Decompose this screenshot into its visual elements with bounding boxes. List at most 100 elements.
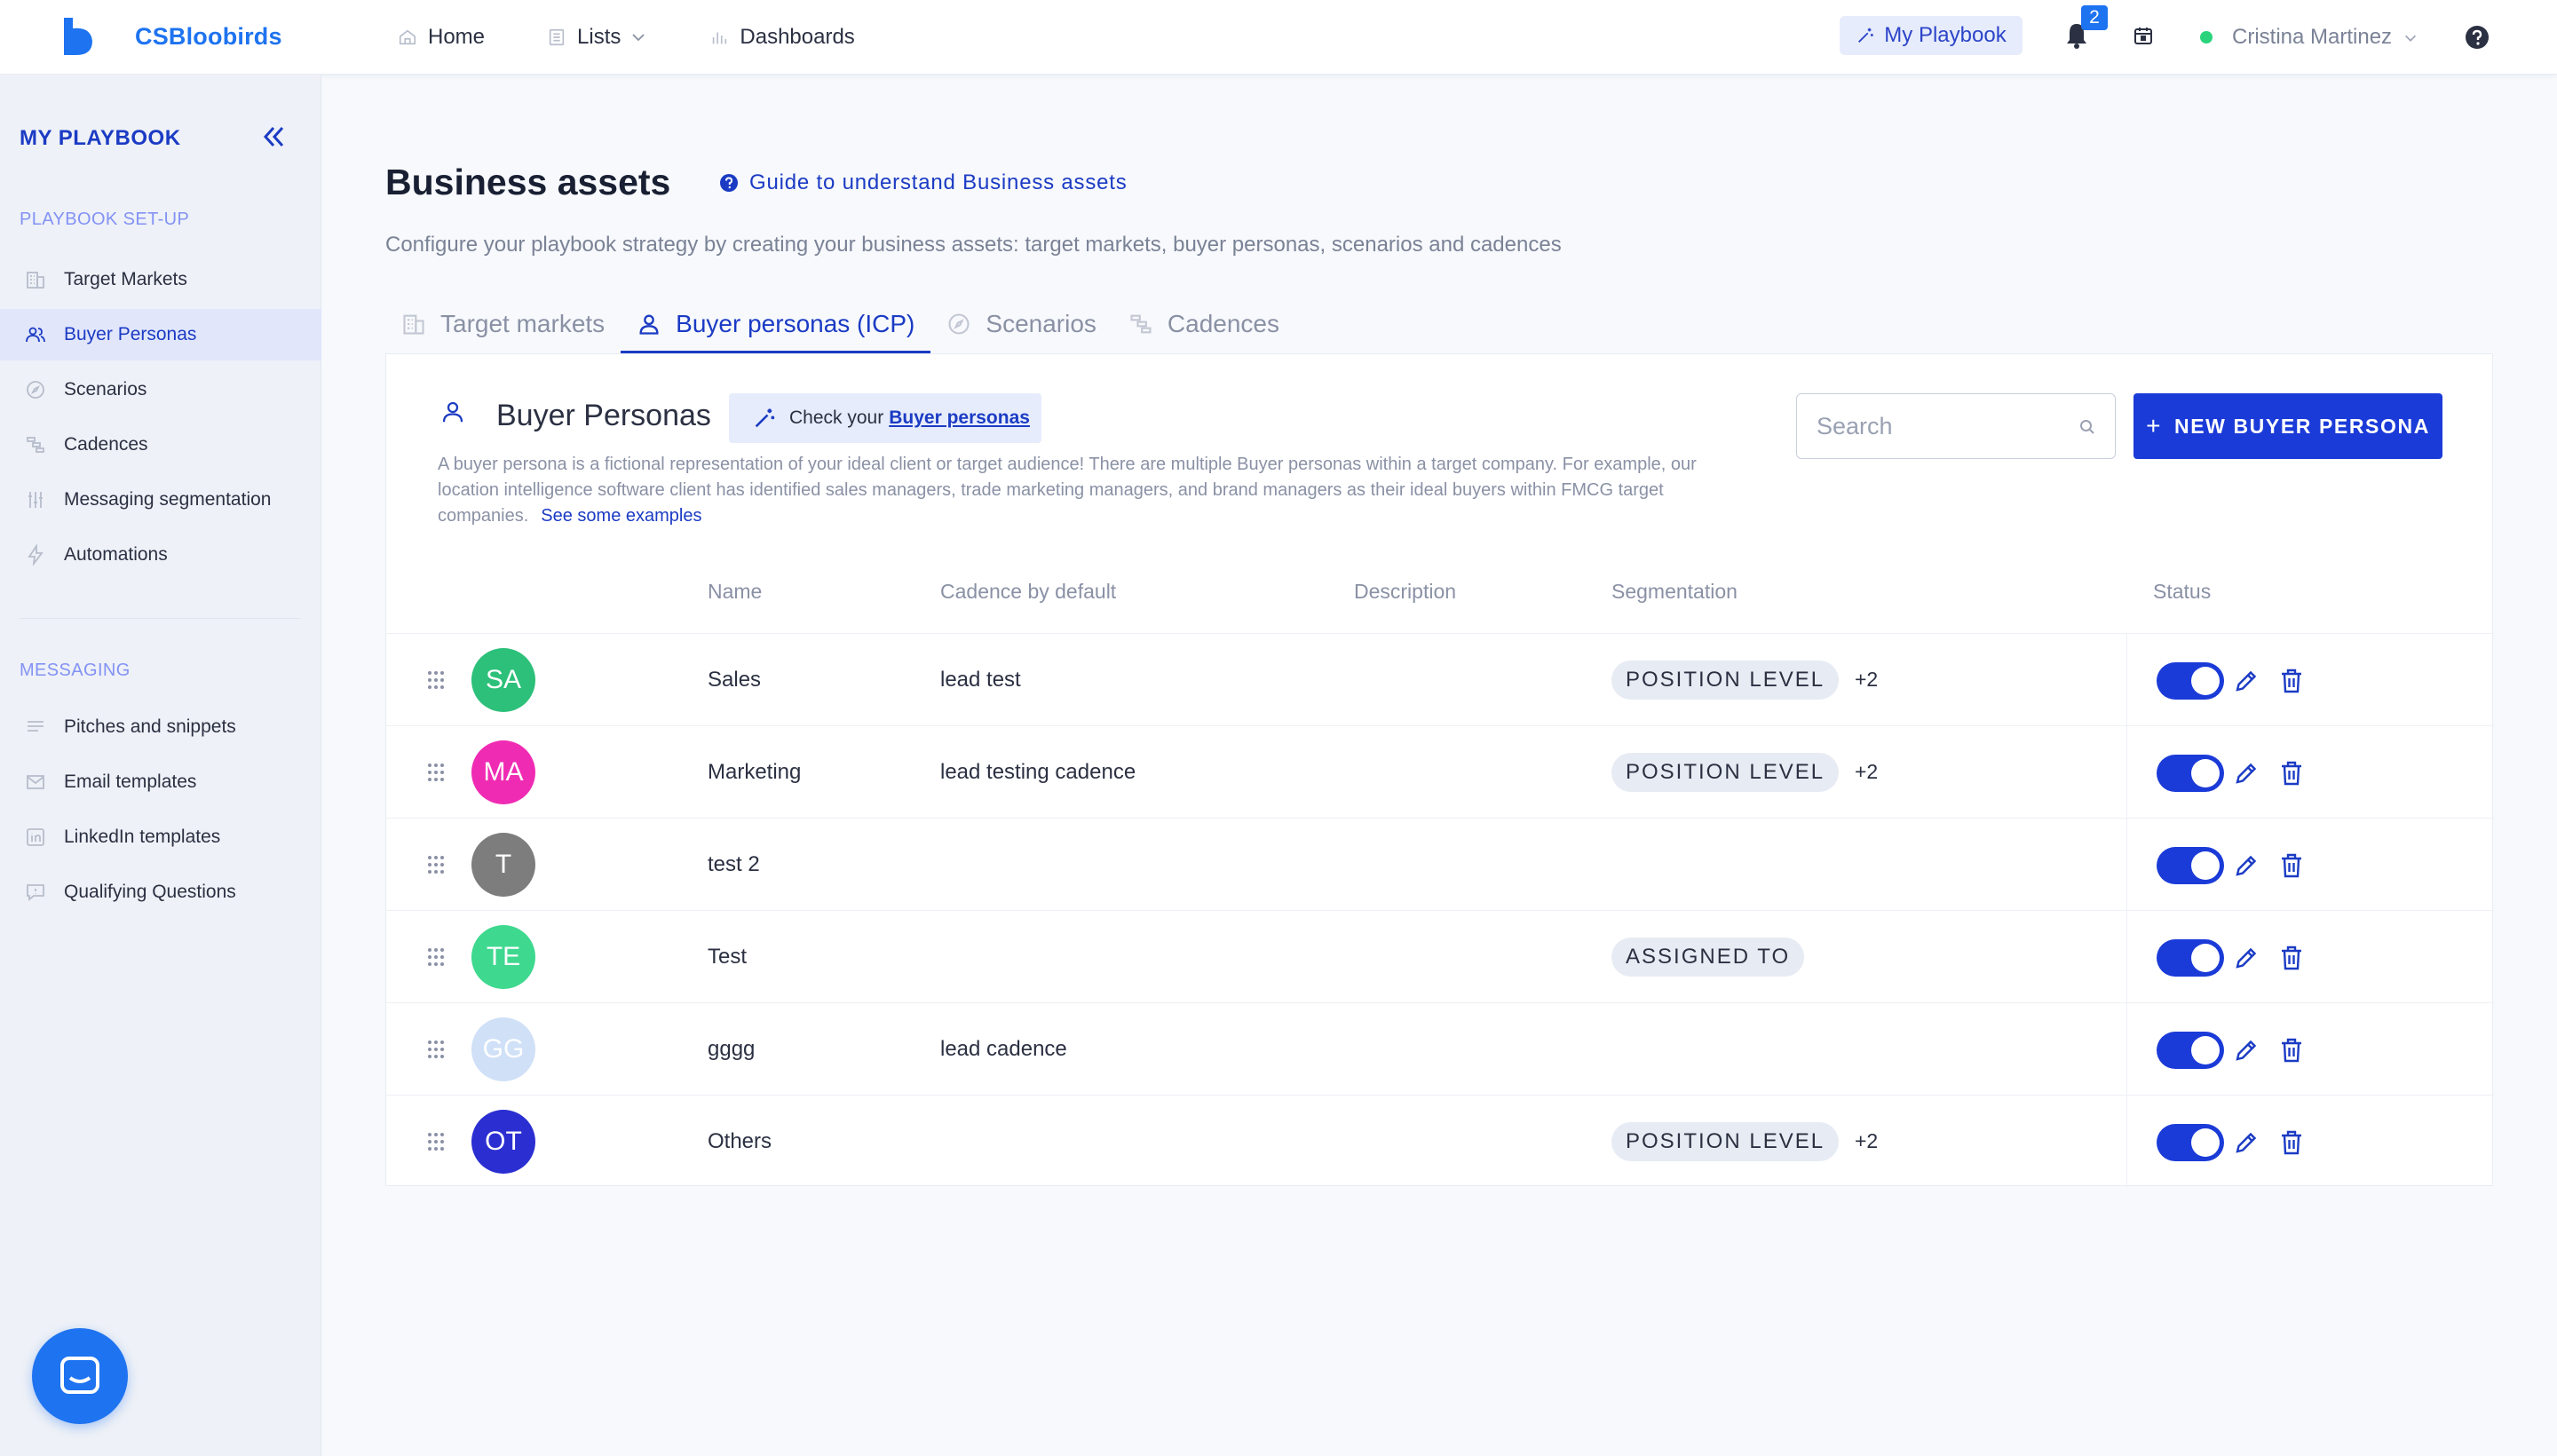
trash-icon[interactable]	[2279, 852, 2304, 879]
persona-name: gggg	[708, 1037, 756, 1061]
avatar: TE	[471, 925, 535, 989]
sidebar-section-setup: PLAYBOOK SET-UP	[20, 210, 190, 229]
segmentation-pill: ASSIGNED TO	[1611, 938, 1805, 977]
drag-handle-icon[interactable]	[425, 762, 447, 783]
mail-icon	[27, 775, 44, 789]
segmentation-more-count[interactable]: +2	[1855, 1129, 1878, 1153]
user-name[interactable]: Cristina Martinez	[2232, 25, 2392, 50]
sidebar-item-label: Target Markets	[64, 269, 187, 289]
guide-link[interactable]: Guide to understand Business assets	[719, 170, 1128, 195]
status-toggle[interactable]	[2157, 939, 2224, 977]
brand[interactable]: CSBloobirds	[60, 16, 282, 57]
calendar-icon[interactable]	[2133, 25, 2154, 46]
nav-lists-label: Lists	[577, 25, 621, 49]
trash-icon[interactable]	[2279, 760, 2304, 787]
pencil-icon[interactable]	[2233, 945, 2260, 971]
tab-scenarios[interactable]: Scenarios	[930, 293, 1112, 355]
table-row[interactable]: OT Others POSITION LEVEL +2	[386, 1095, 2494, 1188]
pencil-icon[interactable]	[2233, 852, 2260, 879]
sidebar-item-scenarios[interactable]: Scenarios	[0, 364, 321, 415]
trash-icon[interactable]	[2279, 668, 2304, 694]
pencil-icon[interactable]	[2233, 1037, 2260, 1064]
bloobirds-logo-icon	[64, 18, 92, 55]
sidebar-item-target-markets[interactable]: Target Markets	[0, 254, 321, 305]
building-icon	[403, 314, 424, 335]
user-icon	[442, 401, 463, 423]
pencil-icon[interactable]	[2233, 1129, 2260, 1156]
help-icon[interactable]	[2465, 25, 2490, 50]
pencil-icon[interactable]	[2233, 760, 2260, 787]
table-row[interactable]: TE Test ASSIGNED TO	[386, 910, 2494, 1003]
tab-cadences[interactable]: Cadences	[1112, 293, 1295, 355]
table-row[interactable]: MA Marketing lead testing cadence POSITION …	[386, 725, 2494, 819]
nav-home[interactable]: Home	[398, 25, 485, 50]
nav-dashboards-label: Dashboards	[740, 25, 855, 49]
guide-link-label: Guide to understand Business assets	[749, 170, 1128, 194]
status-toggle[interactable]	[2157, 755, 2224, 792]
trash-icon[interactable]	[2279, 1037, 2304, 1064]
chevron-down-icon	[632, 34, 645, 42]
persona-name: Sales	[708, 668, 762, 692]
new-buyer-persona-button[interactable]: + NEW BUYER PERSONA	[2133, 393, 2442, 459]
page-subtitle: Configure your playbook strategy by crea…	[385, 233, 1562, 257]
table-row[interactable]: Ttest 2	[386, 818, 2494, 911]
status-column-divider	[2126, 726, 2127, 819]
sidebar-item-label: LinkedIn templates	[64, 827, 221, 847]
search-box[interactable]	[1796, 393, 2116, 459]
sidebar-item-cadences[interactable]: Cadences	[0, 419, 321, 471]
sidebar-item-automations[interactable]: Automations	[0, 529, 321, 581]
trash-icon[interactable]	[2279, 945, 2304, 971]
tab-target-markets[interactable]: Target markets	[385, 293, 621, 355]
tab-label: Cadences	[1167, 310, 1279, 337]
status-toggle[interactable]	[2157, 662, 2224, 700]
segmentation-more-count[interactable]: +2	[1855, 668, 1878, 692]
status-toggle[interactable]	[2157, 847, 2224, 884]
chevron-down-icon[interactable]	[2403, 30, 2418, 46]
sidebar-item-label: Qualifying Questions	[64, 882, 236, 902]
sidebar-item-label: Scenarios	[64, 379, 147, 400]
drag-handle-icon[interactable]	[425, 1131, 447, 1152]
sidebar-item-email-templates[interactable]: Email templates	[0, 756, 321, 808]
intercom-chat-icon	[60, 1357, 99, 1394]
sidebar-item-label: Pitches and snippets	[64, 716, 236, 737]
status-column-divider	[2126, 819, 2127, 911]
segmentation-pill: POSITION LEVEL	[1611, 1122, 1840, 1161]
table-row[interactable]: GG gggg lead cadence	[386, 1002, 2494, 1096]
user-group-icon	[26, 327, 45, 343]
nav-dashboards[interactable]: Dashboards	[709, 25, 855, 50]
check-prefix: Check your	[789, 408, 884, 428]
tab-buyer-personas[interactable]: Buyer personas (ICP)	[621, 293, 931, 355]
drag-handle-icon[interactable]	[425, 1039, 447, 1060]
plus-icon: +	[2146, 412, 2163, 439]
segmentation-more-count[interactable]: +2	[1855, 760, 1878, 784]
online-status-dot	[2200, 31, 2213, 44]
column-header-description: Description	[1354, 580, 1457, 603]
search-input[interactable]	[1817, 412, 2056, 440]
pencil-icon[interactable]	[2233, 668, 2260, 694]
drag-handle-icon[interactable]	[425, 669, 447, 691]
support-chat-button[interactable]	[32, 1328, 128, 1424]
sidebar-item-buyer-personas[interactable]: Buyer Personas	[0, 309, 321, 360]
column-header-cadence: Cadence by default	[940, 580, 1117, 603]
my-playbook-button[interactable]: My Playbook	[1840, 16, 2023, 55]
drag-handle-icon[interactable]	[425, 854, 447, 875]
top-bar: CSBloobirds Home Lists Dashboards My Pla…	[0, 0, 2557, 75]
avatar: T	[471, 833, 535, 897]
check-link[interactable]: Buyer personas	[889, 408, 1030, 429]
sidebar-item-messaging-segmentation[interactable]: Messaging segmentation	[0, 474, 321, 526]
collapse-double-chevron-icon[interactable]	[259, 123, 288, 151]
status-toggle[interactable]	[2157, 1124, 2224, 1161]
nav-lists[interactable]: Lists	[547, 25, 647, 50]
check-buyer-personas-button[interactable]: Check your Buyer personas	[729, 393, 1041, 443]
drag-handle-icon[interactable]	[425, 946, 447, 968]
see-examples-link[interactable]: See some examples	[541, 506, 701, 526]
cadence-icon	[1130, 314, 1152, 334]
trash-icon[interactable]	[2279, 1129, 2304, 1156]
sidebar-item-qualifying-questions[interactable]: Qualifying Questions	[0, 866, 321, 918]
table-row[interactable]: SA Sales lead test POSITION LEVEL +2	[386, 633, 2494, 726]
tab-label: Buyer personas (ICP)	[676, 310, 915, 337]
status-toggle[interactable]	[2157, 1032, 2224, 1069]
sidebar-item-linkedin-templates[interactable]: LinkedIn templates	[0, 811, 321, 863]
card-title: Buyer Personas	[496, 399, 711, 432]
sidebar-item-pitches[interactable]: Pitches and snippets	[0, 701, 321, 753]
